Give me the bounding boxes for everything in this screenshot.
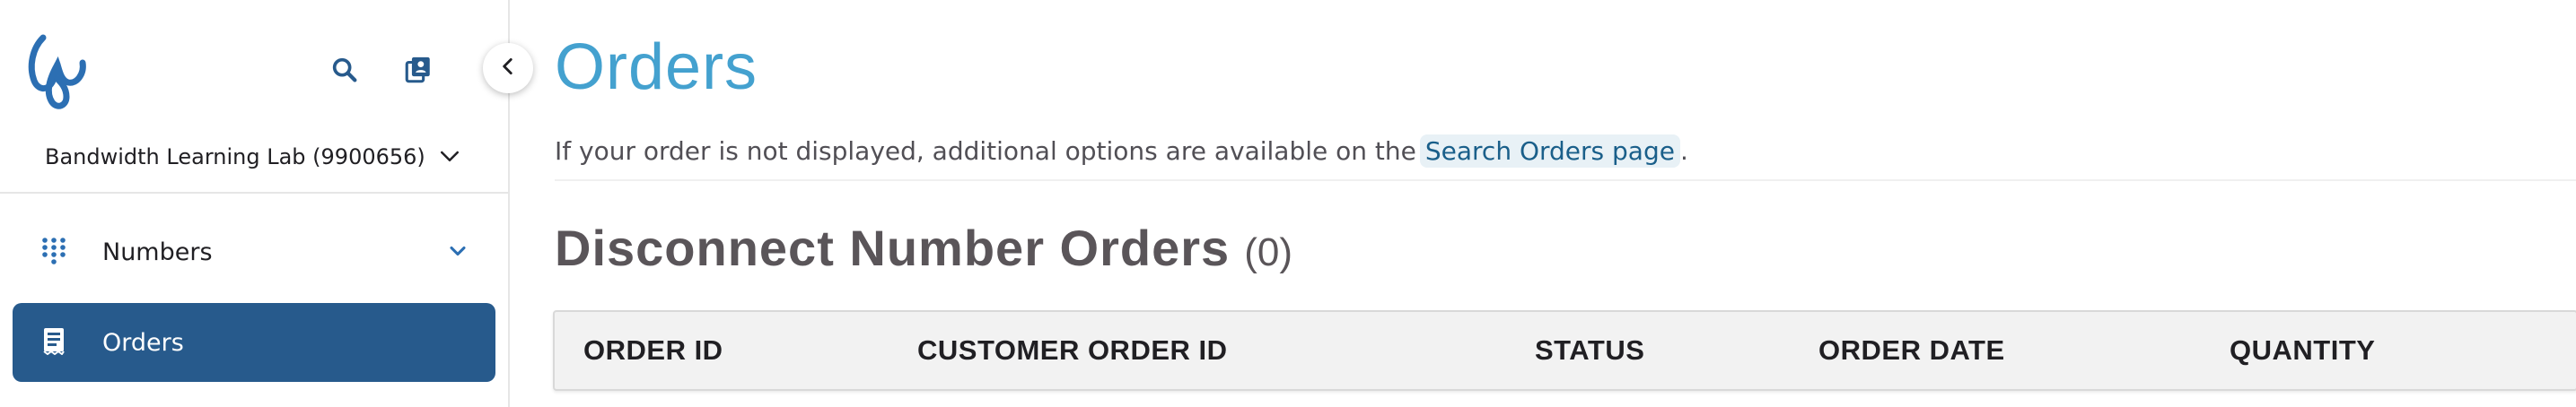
chevron-down-icon	[436, 143, 463, 174]
sidebar-item-label: Orders	[102, 328, 184, 357]
sidebar-item-label: Numbers	[102, 238, 213, 266]
page-title: Orders	[555, 31, 758, 103]
sidebar-divider	[0, 192, 508, 194]
sidebar-item-numbers[interactable]: Numbers	[0, 212, 508, 292]
chevron-left-icon	[496, 55, 520, 82]
orders-table-header: ORDER ID CUSTOMER ORDER ID STATUS ORDER …	[553, 310, 2576, 391]
search-icon[interactable]	[327, 52, 363, 88]
section-header: Disconnect Number Orders (0)	[555, 219, 1292, 277]
column-header-customer-order-id[interactable]: CUSTOMER ORDER ID	[917, 312, 1228, 389]
bandwidth-logo[interactable]	[25, 32, 97, 111]
sidebar-item-orders[interactable]: Orders	[13, 303, 495, 382]
account-book-icon[interactable]	[400, 52, 436, 88]
chevron-down-icon	[445, 238, 470, 267]
column-header-order-date[interactable]: ORDER DATE	[1818, 312, 2005, 389]
search-orders-link[interactable]: Search Orders page	[1419, 134, 1680, 168]
sidebar: Bandwidth Learning Lab (9900656) Numbers	[0, 0, 510, 407]
info-suffix: .	[1679, 136, 1688, 166]
section-title: Disconnect Number Orders	[555, 220, 1231, 276]
account-label: Bandwidth Learning Lab (9900656)	[45, 144, 425, 169]
column-header-status[interactable]: STATUS	[1535, 312, 1644, 389]
info-text: If your order is not displayed, addition…	[555, 136, 1416, 166]
info-message: If your order is not displayed, addition…	[555, 134, 1688, 168]
section-count: (0)	[1244, 230, 1292, 274]
section-divider	[555, 179, 2576, 181]
receipt-icon	[36, 323, 72, 359]
column-header-order-id[interactable]: ORDER ID	[583, 312, 723, 389]
collapse-sidebar-button[interactable]	[483, 43, 533, 93]
column-header-quantity[interactable]: QUANTITY	[2230, 312, 2375, 389]
main-content: Orders If your order is not displayed, a…	[510, 0, 2576, 407]
account-selector[interactable]: Bandwidth Learning Lab (9900656)	[0, 126, 508, 188]
dial-pad-icon	[36, 233, 72, 269]
